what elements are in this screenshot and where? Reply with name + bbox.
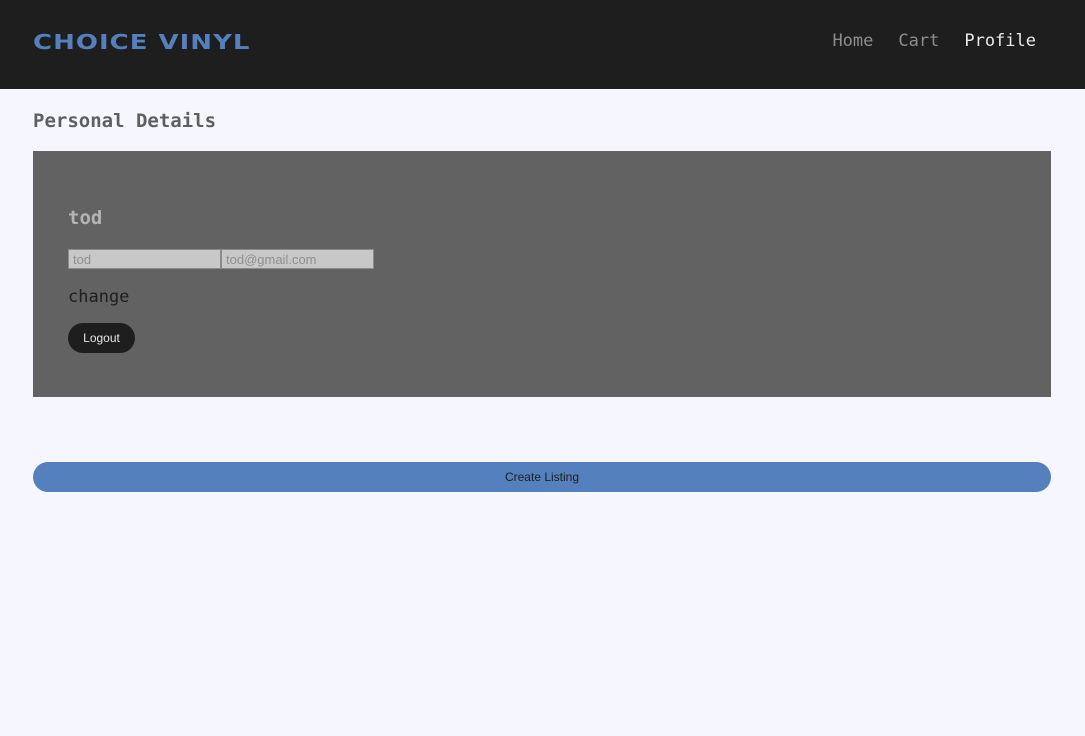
brand-logo[interactable]: CHOICE VINYL <box>33 31 250 54</box>
create-listing-button[interactable]: Create Listing <box>33 462 1051 492</box>
nav-cart-link[interactable]: Cart <box>898 29 939 53</box>
personal-details-card: tod change Logout <box>33 151 1051 397</box>
logout-button[interactable]: Logout <box>68 323 135 353</box>
top-navbar: CHOICE VINYL Home Cart Profile <box>0 0 1085 89</box>
nav-profile-link[interactable]: Profile <box>964 29 1036 53</box>
email-field[interactable] <box>221 249 374 269</box>
main-nav: Home Cart Profile <box>832 29 1036 53</box>
change-details-link[interactable]: change <box>68 285 129 309</box>
username-heading: tod <box>68 207 103 229</box>
name-field[interactable] <box>68 249 221 269</box>
nav-home-link[interactable]: Home <box>832 29 873 53</box>
page-title: Personal Details <box>33 110 217 132</box>
